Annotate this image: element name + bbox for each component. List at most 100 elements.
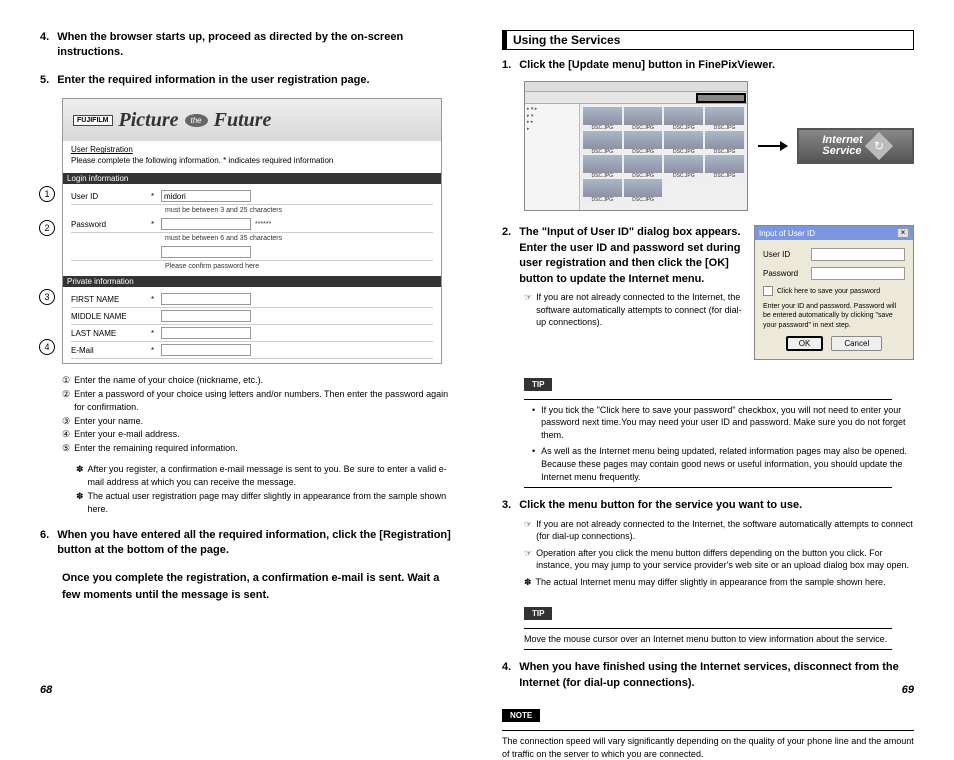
dialog-titlebar: Input of User ID ×	[755, 226, 913, 240]
ast-2: The actual user registration page may di…	[88, 490, 452, 515]
step-number: 1.	[502, 58, 511, 73]
step3-s3: The actual Internet menu may differ slig…	[536, 576, 886, 589]
last-name-label: LAST NAME	[71, 329, 151, 338]
dlg-password-field[interactable]	[811, 267, 905, 280]
banner-word-1: Picture	[119, 109, 179, 132]
note-badge: NOTE	[502, 709, 540, 722]
thumbnail[interactable]: DSC.JPG	[664, 107, 703, 129]
page-69: Using the Services 1. Click the [Update m…	[502, 30, 914, 760]
fujifilm-logo: FUJIFILM	[73, 115, 113, 126]
note-text: The connection speed will vary significa…	[502, 735, 914, 760]
divider	[502, 730, 914, 731]
asterisk-notes: ✽After you register, a confirmation e-ma…	[76, 463, 452, 515]
thumbnail-grid: DSC.JPGDSC.JPGDSC.JPGDSC.JPG DSC.JPGDSC.…	[580, 104, 747, 211]
dlg-hint: Enter your ID and password. Password wil…	[763, 302, 905, 329]
thumbnail[interactable]: DSC.JPG	[624, 155, 663, 177]
email-label: E-Mail	[71, 346, 151, 355]
step-6: 6. When you have entered all the required…	[40, 528, 452, 559]
arrow-icon	[758, 145, 787, 147]
thumbnail[interactable]: DSC.JPG	[705, 155, 744, 177]
step-text: When you have finished using the Interne…	[519, 660, 914, 691]
banner-oval: the	[185, 114, 208, 127]
form-banner: FUJIFILM Picture the Future	[63, 99, 441, 141]
first-name-field[interactable]	[161, 293, 251, 305]
divider	[524, 399, 892, 400]
thumbnail[interactable]: DSC.JPG	[583, 155, 622, 177]
step-text: Click the menu button for the service yo…	[519, 498, 802, 513]
thumbnail[interactable]: DSC.JPG	[624, 131, 663, 153]
cancel-button[interactable]: Cancel	[831, 336, 882, 351]
page-68: 4. When the browser starts up, proceed as…	[40, 30, 452, 760]
form-hint: Please complete the following informatio…	[71, 156, 433, 165]
step-number: 6.	[40, 528, 49, 559]
tip1-b2: As well as the Internet menu being updat…	[541, 445, 914, 483]
step-4: 4. When the browser starts up, proceed as…	[40, 30, 452, 61]
thumbnail[interactable]: DSC.JPG	[624, 179, 663, 201]
password-confirm-field[interactable]	[161, 246, 251, 258]
tip2-text: Move the mouse cursor over an Internet m…	[524, 633, 914, 646]
marker-4: 4	[39, 339, 55, 355]
email-field[interactable]	[161, 344, 251, 356]
app-window: ▸ ▾ ▸▸ ▾▸ ▸▸ DSC.JPGDSC.JPGDSC.JPGDSC.JP…	[524, 81, 748, 211]
userid-hint: must be between 3 and 25 characters	[165, 207, 282, 214]
marker-3: 3	[39, 289, 55, 305]
divider	[524, 487, 892, 488]
thumbnail[interactable]: DSC.JPG	[664, 131, 703, 153]
ok-button[interactable]: OK	[786, 336, 824, 351]
private-info-bar: Private information	[63, 276, 441, 287]
checkbox-label: Click here to save your password	[777, 288, 880, 295]
tip1-bullets: •If you tick the "Click here to save you…	[532, 404, 914, 484]
password-field[interactable]	[161, 218, 251, 230]
dlg-userid-label: User ID	[763, 250, 807, 259]
marker-1: 1	[39, 186, 55, 202]
thumbnail[interactable]: DSC.JPG	[583, 107, 622, 129]
section-using-services: Using the Services	[502, 30, 914, 50]
r-step-2: 2.The "Input of User ID" dialog box appe…	[502, 225, 914, 359]
userid-label: User ID	[71, 192, 151, 201]
password-label: Password	[71, 220, 151, 229]
step-text: When you have entered all the required i…	[57, 528, 452, 559]
banner-word-2: Future	[214, 109, 272, 132]
r-step-3: 3.Click the menu button for the service …	[502, 498, 914, 588]
thumbnail[interactable]: DSC.JPG	[583, 179, 622, 201]
pw-hint2: Please confirm password here	[165, 263, 259, 270]
step-text: Enter the required information in the us…	[57, 73, 369, 88]
input-userid-dialog: Input of User ID × User ID Password Clic…	[754, 225, 914, 359]
legend-3: Enter your name.	[74, 415, 143, 429]
legend-list: ①Enter the name of your choice (nickname…	[62, 374, 452, 455]
userid-row: User ID* midori	[71, 188, 433, 205]
legend-5: Enter the remaining required information…	[74, 442, 238, 456]
step-text: When the browser starts up, proceed as d…	[57, 30, 452, 61]
tip-badge: TIP	[524, 607, 552, 620]
middle-name-label: MIDDLE NAME	[71, 312, 151, 321]
step-number: 2.	[502, 225, 511, 287]
update-menu-button-highlight[interactable]	[696, 93, 746, 103]
thumbnail[interactable]: DSC.JPG	[705, 107, 744, 129]
last-name-field[interactable]	[161, 327, 251, 339]
legend-1: Enter the name of your choice (nickname,…	[74, 374, 263, 388]
page-number-right: 69	[902, 684, 914, 696]
step-text: Click the [Update menu] button in FinePi…	[519, 58, 775, 73]
dlg-userid-field[interactable]	[811, 248, 905, 261]
step-text: The "Input of User ID" dialog box appear…	[519, 225, 742, 287]
thumbnail[interactable]: DSC.JPG	[624, 107, 663, 129]
closing-note: Once you complete the registration, a co…	[62, 570, 452, 603]
thumbnail[interactable]: DSC.JPG	[583, 131, 622, 153]
pw-hint1: must be between 6 and 35 characters	[165, 235, 282, 242]
middle-name-field[interactable]	[161, 310, 251, 322]
thumbnail[interactable]: DSC.JPG	[705, 131, 744, 153]
userid-field[interactable]: midori	[161, 190, 251, 202]
registration-form-screenshot: FUJIFILM Picture the Future User Registr…	[62, 98, 442, 364]
save-password-checkbox[interactable]: Click here to save your password	[763, 286, 905, 296]
checkbox-icon[interactable]	[763, 286, 773, 296]
refresh-icon: ↻	[865, 132, 893, 160]
step-number: 4.	[40, 30, 49, 61]
internet-service-button[interactable]: InternetService ↻	[797, 128, 914, 164]
app-toolbar	[525, 92, 747, 104]
login-info-bar: Login information	[63, 173, 441, 184]
close-icon[interactable]: ×	[897, 228, 909, 238]
thumbnail[interactable]: DSC.JPG	[664, 155, 703, 177]
step-number: 5.	[40, 73, 49, 88]
step-number: 4.	[502, 660, 511, 691]
folder-tree[interactable]: ▸ ▾ ▸▸ ▾▸ ▸▸	[525, 104, 580, 211]
